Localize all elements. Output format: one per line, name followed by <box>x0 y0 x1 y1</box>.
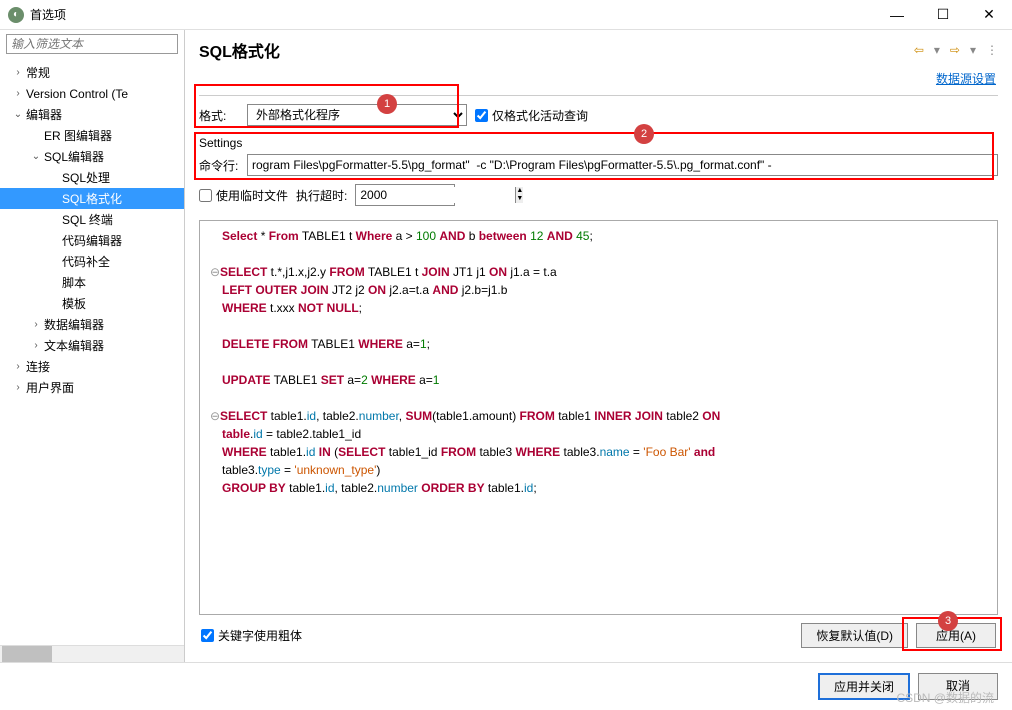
annotation-badge-1: 1 <box>377 94 397 114</box>
tree-item[interactable]: 代码补全 <box>0 251 184 272</box>
annotation-badge-3: 3 <box>938 611 958 631</box>
tree-item-label: 数据编辑器 <box>42 316 104 333</box>
nav-back-menu-icon[interactable]: ▾ <box>934 43 940 57</box>
tree-item[interactable]: ›Version Control (Te <box>0 83 184 104</box>
tree-item[interactable]: ⌄编辑器 <box>0 104 184 125</box>
tree-item[interactable]: ⌄SQL编辑器 <box>0 146 184 167</box>
tree-item[interactable]: SQL处理 <box>0 167 184 188</box>
tree-item-label: Version Control (Te <box>24 87 128 101</box>
expand-icon[interactable]: › <box>12 67 24 78</box>
tree-item[interactable]: ›数据编辑器 <box>0 314 184 335</box>
cancel-button[interactable]: 取消 <box>918 673 998 700</box>
settings-group-label: Settings <box>199 136 998 150</box>
tree-item-label: 脚本 <box>60 274 86 291</box>
tree-item-label: SQL格式化 <box>60 190 122 207</box>
nav-back-icon[interactable]: ⇦ <box>914 43 924 57</box>
nav-forward-menu-icon[interactable]: ▾ <box>970 43 976 57</box>
tree-item-label: 代码补全 <box>60 253 110 270</box>
apply-and-close-button[interactable]: 应用并关闭 <box>818 673 910 700</box>
sidebar: ›常规›Version Control (Te⌄编辑器ER 图编辑器⌄SQL编辑… <box>0 30 185 662</box>
tree-item-label: 代码编辑器 <box>60 232 122 249</box>
tree-item-label: 用户界面 <box>24 379 74 396</box>
tree-item-label: 连接 <box>24 358 50 375</box>
page-title: SQL格式化 <box>199 38 280 62</box>
horizontal-scrollbar[interactable] <box>0 645 184 662</box>
collapse-icon[interactable]: ⌄ <box>12 109 24 120</box>
datasource-settings-link[interactable]: 数据源设置 <box>936 72 996 86</box>
exec-timeout-stepper[interactable]: ▲▼ <box>355 184 455 206</box>
app-icon: ◐ <box>8 7 24 23</box>
annotation-badge-2: 2 <box>634 124 654 144</box>
tree-item-label: ER 图编辑器 <box>42 127 112 144</box>
tree-item-label: SQL处理 <box>60 169 110 186</box>
window-title: 首选项 <box>30 6 66 23</box>
minimize-button[interactable]: — <box>874 0 920 30</box>
tree-item[interactable]: ›用户界面 <box>0 377 184 398</box>
format-label: 格式: <box>199 107 239 124</box>
bold-keywords-checkbox[interactable]: 关键字使用粗体 <box>201 627 302 644</box>
tree-item[interactable]: 代码编辑器 <box>0 230 184 251</box>
tree-item-label: SQL编辑器 <box>42 148 104 165</box>
tree-item[interactable]: SQL 终端 <box>0 209 184 230</box>
stepper-up-icon[interactable]: ▲ <box>516 187 523 195</box>
tree-item-label: 模板 <box>60 295 86 312</box>
stepper-down-icon[interactable]: ▼ <box>516 195 523 203</box>
expand-icon[interactable]: › <box>12 361 24 372</box>
maximize-button[interactable]: ☐ <box>920 0 966 30</box>
tree-item[interactable]: 脚本 <box>0 272 184 293</box>
tree-item[interactable]: ›文本编辑器 <box>0 335 184 356</box>
format-select[interactable]: 外部格式化程序 <box>247 104 467 126</box>
close-button[interactable]: ✕ <box>966 0 1012 30</box>
exec-timeout-label: 执行超时: <box>296 187 347 204</box>
tree-item-label: 编辑器 <box>24 106 62 123</box>
menu-icon[interactable]: ⋮ <box>986 43 998 57</box>
expand-icon[interactable]: › <box>30 319 42 330</box>
tree-item[interactable]: ›常规 <box>0 62 184 83</box>
preference-tree: ›常规›Version Control (Te⌄编辑器ER 图编辑器⌄SQL编辑… <box>0 60 184 645</box>
collapse-icon[interactable]: ⌄ <box>30 151 42 162</box>
divider <box>199 95 998 96</box>
only-active-query-checkbox[interactable]: 仅格式化活动查询 <box>475 107 588 124</box>
expand-icon[interactable]: › <box>30 340 42 351</box>
tree-item[interactable]: SQL格式化 <box>0 188 184 209</box>
tree-item-label: 常规 <box>24 64 50 81</box>
tree-item[interactable]: ER 图编辑器 <box>0 125 184 146</box>
filter-input[interactable] <box>7 35 177 53</box>
use-temp-file-checkbox[interactable]: 使用临时文件 <box>199 187 288 204</box>
sql-preview: Select * From TABLE1 t Where a > 100 AND… <box>199 220 998 615</box>
command-line-label: 命令行: <box>199 157 239 174</box>
tree-item-label: SQL 终端 <box>60 211 113 228</box>
tree-item[interactable]: ›连接 <box>0 356 184 377</box>
command-line-input[interactable] <box>247 154 998 176</box>
restore-defaults-button[interactable]: 恢复默认值(D) <box>801 623 908 648</box>
expand-icon[interactable]: › <box>12 88 24 99</box>
tree-item[interactable]: 模板 <box>0 293 184 314</box>
titlebar: ◐ 首选项 — ☐ ✕ <box>0 0 1012 30</box>
expand-icon[interactable]: › <box>12 382 24 393</box>
nav-forward-icon[interactable]: ⇨ <box>950 43 960 57</box>
tree-item-label: 文本编辑器 <box>42 337 104 354</box>
